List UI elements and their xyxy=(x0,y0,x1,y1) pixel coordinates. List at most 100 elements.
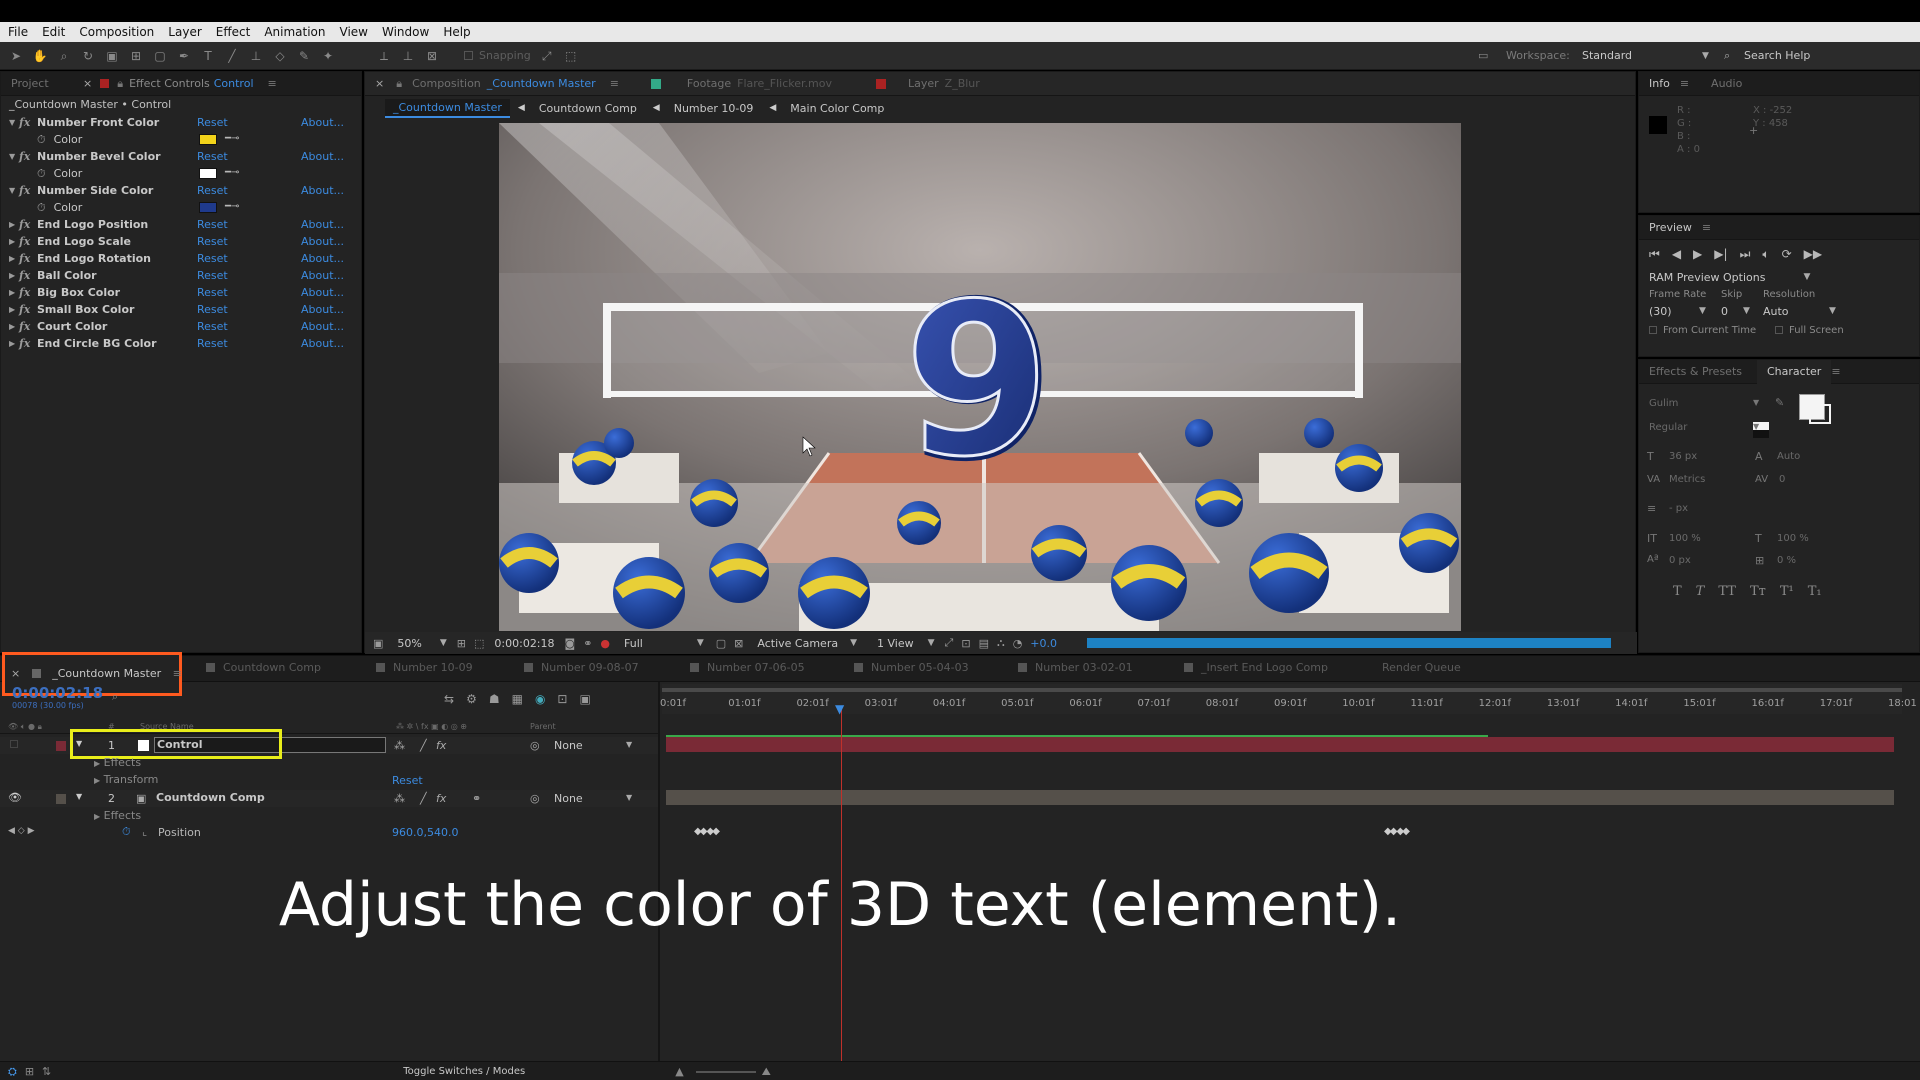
breadcrumb-number-10-09[interactable]: Number 10-09 xyxy=(674,102,754,115)
zoom-dropdown-icon[interactable]: ▼ xyxy=(440,638,447,648)
color-swatch[interactable] xyxy=(199,202,217,213)
axis-local-icon[interactable]: ⟂ xyxy=(376,48,392,64)
resolution-select[interactable]: Full xyxy=(624,637,643,650)
effect-reset-link[interactable]: Reset xyxy=(197,218,228,231)
workspace-select[interactable]: Standard xyxy=(1582,49,1632,62)
workspace-dropdown-icon[interactable]: ▼ xyxy=(1702,51,1709,61)
fx-icon[interactable]: fx xyxy=(19,218,37,231)
zoom-slider[interactable] xyxy=(695,1070,756,1073)
chevron-right-icon[interactable]: ▶ xyxy=(9,237,19,246)
rotate-tool-icon[interactable]: ↻ xyxy=(80,48,96,64)
play-icon[interactable]: ▶ xyxy=(1693,247,1702,261)
expand-triangle-icon[interactable]: ▶ xyxy=(94,812,100,821)
graph-icon[interactable]: ⌞ xyxy=(142,825,147,838)
brainstorm-icon[interactable]: ▣ xyxy=(579,692,590,706)
effect-reset-link[interactable]: Reset xyxy=(197,184,228,197)
type-tool-icon[interactable]: T xyxy=(200,48,216,64)
effect-reset-link[interactable]: Reset xyxy=(197,150,228,163)
effect-row[interactable]: ▶ fx Big Box Color Reset About... xyxy=(1,284,361,301)
stroke-color-swatch[interactable] xyxy=(1809,404,1831,424)
lock-icon[interactable]: 🔒︎ xyxy=(396,77,402,91)
layer-row-control[interactable]: ▼ 1 Control ⁂ ╱ fx ◎ None ▼ xyxy=(0,729,660,759)
chevron-right-icon[interactable]: ▶ xyxy=(9,339,19,348)
leading-field[interactable]: Auto xyxy=(1777,451,1800,462)
eyedropper-icon[interactable]: ✎ xyxy=(1775,396,1784,409)
effect-about-link[interactable]: About... xyxy=(301,116,344,129)
keyframe-navigator[interactable]: ◀ ◇ ▶ xyxy=(8,826,35,836)
skip-select[interactable]: 0 xyxy=(1721,305,1743,318)
tsume-field[interactable]: 0 % xyxy=(1777,555,1796,566)
from-current-time-checkbox[interactable] xyxy=(1649,326,1657,334)
menu-animation[interactable]: Animation xyxy=(264,25,325,39)
color-swatch[interactable] xyxy=(199,134,217,145)
snapshot-icon[interactable]: ◙ xyxy=(565,637,576,650)
vertical-scale-field[interactable]: 100 % xyxy=(1669,533,1701,544)
search-help-input[interactable]: Search Help xyxy=(1744,49,1810,62)
effect-reset-link[interactable]: Reset xyxy=(197,303,228,316)
effect-row[interactable]: ▶ fx End Logo Scale Reset About... xyxy=(1,233,361,250)
effect-row[interactable]: ▼ fx Number Front Color Reset About... xyxy=(1,114,361,131)
camera-select[interactable]: Active Camera xyxy=(757,637,838,650)
chevron-down-icon[interactable]: ▼ xyxy=(9,152,19,161)
tab-composition[interactable]: Composition xyxy=(412,77,481,90)
reset-exposure-icon[interactable]: ◔ xyxy=(1013,637,1023,650)
parent-dropdown-icon[interactable]: ▼ xyxy=(626,793,632,802)
zoom-select[interactable]: 50% xyxy=(397,637,421,650)
puppet-tool-icon[interactable]: ✦ xyxy=(320,48,336,64)
full-screen-checkbox[interactable] xyxy=(1775,326,1783,334)
color-swatch[interactable] xyxy=(199,168,217,179)
camera-dropdown-icon[interactable]: ▼ xyxy=(850,638,857,648)
effect-about-link[interactable]: About... xyxy=(301,235,344,248)
tab-layer-name[interactable]: Z_Blur xyxy=(945,77,980,90)
close-icon[interactable]: × xyxy=(83,77,92,90)
toggle-switches-modes-button[interactable]: Toggle Switches / Modes xyxy=(403,1066,525,1077)
parent-pickwhip-icon[interactable]: ◎ xyxy=(530,739,540,752)
stopwatch-icon[interactable]: ⏱︎ xyxy=(37,133,46,147)
effect-reset-link[interactable]: Reset xyxy=(197,116,228,129)
effect-row[interactable]: ▼ fx Number Side Color Reset About... xyxy=(1,182,361,199)
zoom-tool-icon[interactable]: ⌕ xyxy=(56,48,72,64)
fx-switch-icon[interactable]: fx xyxy=(436,792,446,805)
fx-icon[interactable]: fx xyxy=(19,286,37,299)
ram-preview-options-select[interactable]: RAM Preview Options xyxy=(1649,271,1765,284)
snapping-checkbox[interactable] xyxy=(464,51,473,60)
stroke-width-field[interactable]: - px xyxy=(1669,503,1688,514)
skip-dropdown-icon[interactable]: ▼ xyxy=(1743,306,1763,316)
effect-reset-link[interactable]: Reset xyxy=(197,286,228,299)
close-icon[interactable]: × xyxy=(11,667,20,680)
fx-icon[interactable]: fx xyxy=(19,235,37,248)
font-style-select[interactable]: Regular xyxy=(1649,422,1769,433)
panel-menu-icon[interactable]: ≡ xyxy=(1680,77,1689,90)
pan-behind-tool-icon[interactable]: ⊞ xyxy=(128,48,144,64)
snap-feature-icon[interactable]: ⬚ xyxy=(563,48,579,64)
menu-help[interactable]: Help xyxy=(443,25,470,39)
faux-italic-icon[interactable]: T xyxy=(1696,584,1705,599)
font-family-select[interactable]: Gulim xyxy=(1649,398,1769,409)
fx-switch-icon[interactable]: fx xyxy=(436,739,446,752)
frame-rate-select[interactable]: (30) xyxy=(1649,305,1699,318)
effect-reset-link[interactable]: Reset xyxy=(197,235,228,248)
eyedropper-icon[interactable]: ━⊸ xyxy=(225,133,239,144)
transfer-controls-icon[interactable]: ⇅ xyxy=(42,1065,51,1078)
eraser-tool-icon[interactable]: ◇ xyxy=(272,48,288,64)
menu-file[interactable]: File xyxy=(8,25,28,39)
effect-about-link[interactable]: About... xyxy=(301,184,344,197)
viewer-timecode[interactable]: 0:00:02:18 xyxy=(494,637,554,650)
zoom-out-icon[interactable]: ▲ xyxy=(675,1065,683,1078)
timeline-tab-number-09-08-07[interactable]: Number 09-08-07 xyxy=(524,656,639,680)
effect-row[interactable]: ▶ fx End Circle BG Color Reset About... xyxy=(1,335,361,352)
close-icon[interactable]: × xyxy=(375,77,384,90)
effect-about-link[interactable]: About... xyxy=(301,218,344,231)
effect-about-link[interactable]: About... xyxy=(301,303,344,316)
expand-triangle-icon[interactable]: ▼ xyxy=(76,792,82,801)
col-parent[interactable]: Parent xyxy=(530,722,556,731)
fx-icon[interactable]: fx xyxy=(19,303,37,316)
last-frame-icon[interactable]: ⏭ xyxy=(1740,247,1751,262)
eyedropper-icon[interactable]: ━⊸ xyxy=(225,167,239,178)
chevron-right-icon[interactable]: ▶ xyxy=(9,305,19,314)
comp-mini-flowchart-icon[interactable]: ⇆ xyxy=(444,692,454,706)
resolution-dropdown-icon[interactable]: ▼ xyxy=(1829,306,1836,316)
chevron-right-icon[interactable]: ▶ xyxy=(9,271,19,280)
panel-menu-icon[interactable]: ≡ xyxy=(610,77,619,90)
tab-character[interactable]: Character xyxy=(1757,359,1832,384)
